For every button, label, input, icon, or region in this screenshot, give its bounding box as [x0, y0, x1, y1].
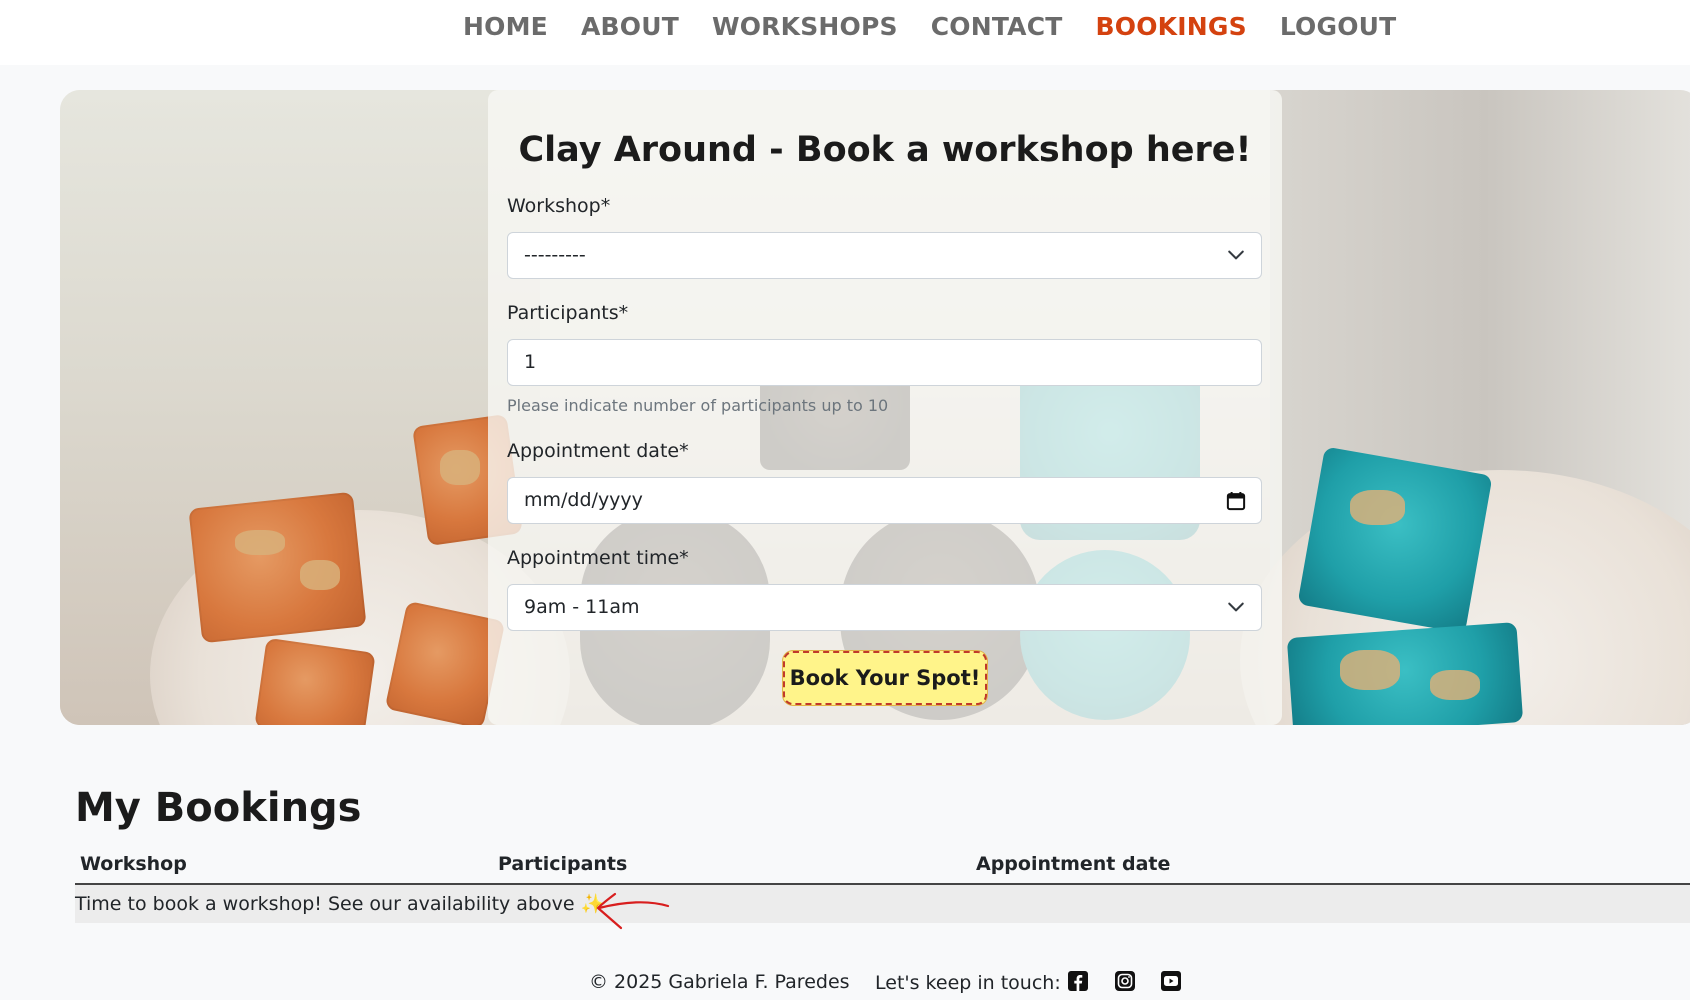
top-navbar: HOME ABOUT WORKSHOPS CONTACT BOOKINGS LO…: [0, 0, 1690, 65]
facebook-icon[interactable]: [1067, 970, 1089, 992]
participants-input-value: 1: [524, 351, 537, 373]
nav-about[interactable]: ABOUT: [581, 12, 679, 41]
chevron-down-icon: [1228, 602, 1244, 612]
column-header-participants: Participants: [498, 853, 628, 875]
column-header-workshop: Workshop: [80, 853, 187, 875]
hero-bead: [1297, 446, 1493, 634]
hero-gold-fleck: [235, 530, 285, 555]
booking-form-card: Clay Around - Book a workshop here! Work…: [488, 90, 1282, 725]
instagram-icon[interactable]: [1114, 970, 1136, 992]
date-label: Appointment date*: [507, 440, 689, 462]
book-your-spot-button[interactable]: Book Your Spot!: [783, 651, 987, 705]
time-select-value: 9am - 11am: [524, 596, 640, 618]
hero-gold-fleck: [440, 450, 480, 485]
chevron-down-icon: [1228, 250, 1244, 260]
time-label: Appointment time*: [507, 547, 689, 569]
copyright-text: © 2025 Gabriela F. Paredes: [589, 971, 850, 993]
youtube-icon[interactable]: [1160, 970, 1182, 992]
red-arrow-annotation-icon: [596, 892, 670, 930]
footer: © 2025 Gabriela F. Paredes Let's keep in…: [0, 968, 1690, 1000]
table-row: Time to book a workshop! See our availab…: [75, 885, 1690, 923]
appointment-time-select[interactable]: 9am - 11am: [507, 584, 1262, 631]
hero-bead: [254, 637, 376, 725]
social-label: Let's keep in touch:: [875, 972, 1061, 994]
hero-gold-fleck: [300, 560, 340, 590]
appointment-date-input[interactable]: mm/dd/yyyy: [507, 477, 1262, 524]
workshop-select-value: ---------: [524, 244, 586, 266]
date-placeholder: mm/dd/yyyy: [524, 489, 643, 511]
nav-bookings[interactable]: BOOKINGS: [1096, 12, 1247, 41]
form-title: Clay Around - Book a workshop here!: [518, 130, 1252, 170]
nav-contact[interactable]: CONTACT: [931, 12, 1063, 41]
hero-bead: [188, 491, 367, 644]
nav-home[interactable]: HOME: [463, 12, 548, 41]
participants-input[interactable]: 1: [507, 339, 1262, 386]
workshop-select[interactable]: ---------: [507, 232, 1262, 279]
hero-bead: [1286, 622, 1524, 725]
hero-gold-fleck: [1350, 490, 1405, 525]
nav-workshops[interactable]: WORKSHOPS: [712, 12, 898, 41]
hero-gold-fleck: [1430, 670, 1480, 700]
hero-gold-fleck: [1340, 650, 1400, 690]
column-header-appointment-date: Appointment date: [976, 853, 1171, 875]
workshop-label: Workshop*: [507, 195, 611, 217]
nav-links: HOME ABOUT WORKSHOPS CONTACT BOOKINGS LO…: [463, 12, 1429, 41]
participants-help-text: Please indicate number of participants u…: [507, 396, 889, 415]
calendar-icon[interactable]: [1226, 490, 1246, 512]
participants-label: Participants*: [507, 302, 629, 324]
empty-bookings-message: Time to book a workshop! See our availab…: [75, 893, 605, 915]
nav-logout[interactable]: LOGOUT: [1280, 12, 1397, 41]
my-bookings-title: My Bookings: [75, 785, 362, 831]
